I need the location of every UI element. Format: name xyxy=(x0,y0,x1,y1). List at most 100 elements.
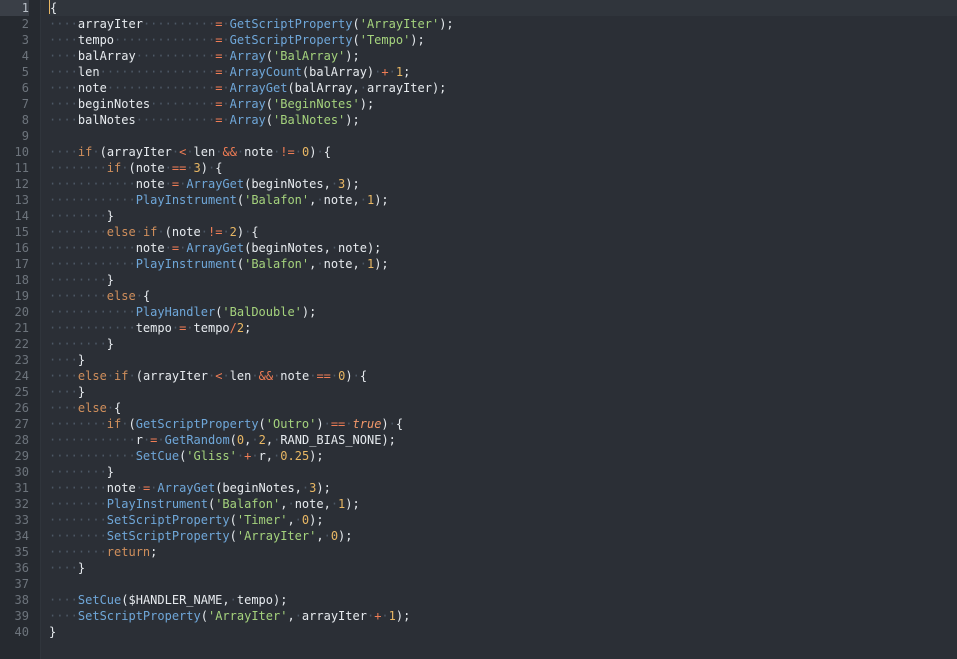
code-text: ); xyxy=(439,17,454,31)
keyword: if xyxy=(142,225,158,239)
code-text: ); xyxy=(359,97,375,111)
function-name: SetScriptProperty xyxy=(77,609,201,623)
whitespace-marker: · xyxy=(157,225,165,239)
code-text: ); xyxy=(345,177,360,191)
code-text: (beginNotes, xyxy=(244,241,331,255)
code-line[interactable]: ····beginNotes·········=·Array('BeginNot… xyxy=(49,96,957,112)
code-line[interactable]: ············note·=·ArrayGet(beginNotes,·… xyxy=(49,240,957,256)
code-text: , xyxy=(287,513,295,527)
function-name: SetScriptProperty xyxy=(106,513,230,527)
code-text: } xyxy=(77,385,86,399)
whitespace-marker: · xyxy=(135,225,143,239)
whitespace-marker: ··············· xyxy=(106,81,216,95)
whitespace-marker: · xyxy=(106,369,115,383)
code-line[interactable]: ········else·{ xyxy=(49,288,957,304)
code-line[interactable]: { xyxy=(49,0,957,16)
whitespace-marker: · xyxy=(330,497,339,511)
operator: == xyxy=(330,417,346,431)
string-literal: 'Tempo' xyxy=(359,33,411,47)
code-editor[interactable]: 1 2 3 4 5 6 7 8 9 10 11 12 13 14 15 16 17 18 19 20 21 22 23 24 2… xyxy=(0,0,957,659)
code-text: note, xyxy=(323,257,360,271)
code-line[interactable]: ········PlayInstrument('Balafon',·note,·… xyxy=(49,496,957,512)
function-name: ArrayCount xyxy=(229,65,302,79)
code-text: note, xyxy=(294,497,331,511)
code-line[interactable]: ····len················=·ArrayCount(balA… xyxy=(49,64,957,80)
code-text: arrayIter xyxy=(301,609,367,623)
line-number: 31 xyxy=(14,481,29,495)
code-line[interactable]: ····if·(arrayIter·<·len·&&·note·!=·0)·{ xyxy=(49,144,957,160)
line-number: 39 xyxy=(14,609,29,623)
code-line[interactable]: ····note···············=·ArrayGet(balArr… xyxy=(49,80,957,96)
code-line[interactable]: ············r·=·GetRandom(0,·2,·RAND_BIA… xyxy=(49,432,957,448)
whitespace-marker: · xyxy=(186,145,194,159)
number-literal: 3 xyxy=(193,161,201,175)
whitespace-marker: · xyxy=(222,97,230,111)
code-text: ); xyxy=(301,305,317,319)
keyword: if xyxy=(114,369,129,383)
code-line[interactable]: ····tempo··············=·GetScriptProper… xyxy=(49,32,957,48)
code-line[interactable]: ····} xyxy=(49,560,957,576)
whitespace-marker: · xyxy=(157,433,165,447)
code-line[interactable]: ····SetScriptProperty('ArrayIter',·array… xyxy=(49,608,957,624)
whitespace-marker: · xyxy=(381,609,389,623)
code-line[interactable]: ············note·=·ArrayGet(beginNotes,·… xyxy=(49,176,957,192)
whitespace-marker: ········ xyxy=(49,289,107,303)
number-literal: 0 xyxy=(330,529,339,543)
code-line[interactable]: ········} xyxy=(49,272,957,288)
code-line[interactable]: ············PlayInstrument('Balafon',·no… xyxy=(49,192,957,208)
code-line[interactable]: ············PlayHandler('BalDouble'); xyxy=(49,304,957,320)
code-text: ( xyxy=(200,609,208,623)
code-line[interactable]: ········SetScriptProperty('Timer',·0); xyxy=(49,512,957,528)
code-line[interactable]: ········else·if·(note·!=·2)·{ xyxy=(49,224,957,240)
whitespace-marker: ············ xyxy=(49,449,136,463)
string-literal: 'Balafon' xyxy=(244,257,310,271)
code-text: { xyxy=(395,417,404,431)
line-number: 40 xyxy=(14,625,29,639)
code-area[interactable]: {····arrayIter··········=·GetScriptPrope… xyxy=(49,0,957,659)
code-line[interactable]: ····else·if·(arrayIter·<·len·&&·note·==·… xyxy=(49,368,957,384)
code-line[interactable]: ········if·(note·==·3)·{ xyxy=(49,160,957,176)
whitespace-marker: ···· xyxy=(49,17,78,31)
whitespace-marker: ···· xyxy=(49,145,78,159)
code-line[interactable]: ········return; xyxy=(49,544,957,560)
code-text: { xyxy=(251,225,259,239)
code-line[interactable]: ····} xyxy=(49,352,957,368)
code-text: ( xyxy=(258,417,266,431)
whitespace-marker: · xyxy=(359,193,367,207)
whitespace-marker: ···· xyxy=(49,385,78,399)
code-line[interactable]: ····arrayIter··········=·GetScriptProper… xyxy=(49,16,957,32)
code-line[interactable]: ····} xyxy=(49,384,957,400)
line-number: 20 xyxy=(14,305,29,319)
code-line[interactable]: ········} xyxy=(49,208,957,224)
function-name: SetCue xyxy=(77,593,122,607)
code-line[interactable]: } xyxy=(49,624,957,640)
code-line[interactable]: ····balNotes···········=·Array('BalNotes… xyxy=(49,112,957,128)
code-line[interactable]: ········if·(GetScriptProperty('Outro')·=… xyxy=(49,416,957,432)
code-line[interactable]: ············PlayInstrument('Balafon',·no… xyxy=(49,256,957,272)
code-line[interactable]: ············SetCue('Gliss'·+·r,·0.25); xyxy=(49,448,957,464)
code-line[interactable]: ········} xyxy=(49,464,957,480)
line-number: 21 xyxy=(14,321,29,335)
code-line[interactable]: ····else·{ xyxy=(49,400,957,416)
whitespace-marker: ·············· xyxy=(114,33,216,47)
code-line[interactable]: ············tempo·=·tempo/2; xyxy=(49,320,957,336)
code-line[interactable]: ········} xyxy=(49,336,957,352)
line-number: 36 xyxy=(14,561,29,575)
string-literal: 'ArrayIter' xyxy=(207,609,288,623)
line-number: 33 xyxy=(14,513,29,527)
code-line[interactable] xyxy=(49,128,957,144)
code-line[interactable]: ········note·=·ArrayGet(beginNotes,·3); xyxy=(49,480,957,496)
string-literal: 'BalDouble' xyxy=(222,305,302,319)
code-line[interactable]: ····balArray···········=·Array('BalArray… xyxy=(49,48,957,64)
code-line[interactable] xyxy=(49,576,957,592)
code-line[interactable]: ········SetScriptProperty('ArrayIter',·0… xyxy=(49,528,957,544)
whitespace-marker: · xyxy=(106,401,115,415)
code-text: ); xyxy=(345,113,360,127)
whitespace-marker: ···· xyxy=(49,593,78,607)
whitespace-marker: ········ xyxy=(49,417,107,431)
keyword: if xyxy=(106,161,122,175)
code-text: ( xyxy=(265,97,274,111)
whitespace-marker: · xyxy=(251,369,259,383)
line-number: 18 xyxy=(14,273,29,287)
code-line[interactable]: ····SetCue($HANDLER_NAME,·tempo); xyxy=(49,592,957,608)
